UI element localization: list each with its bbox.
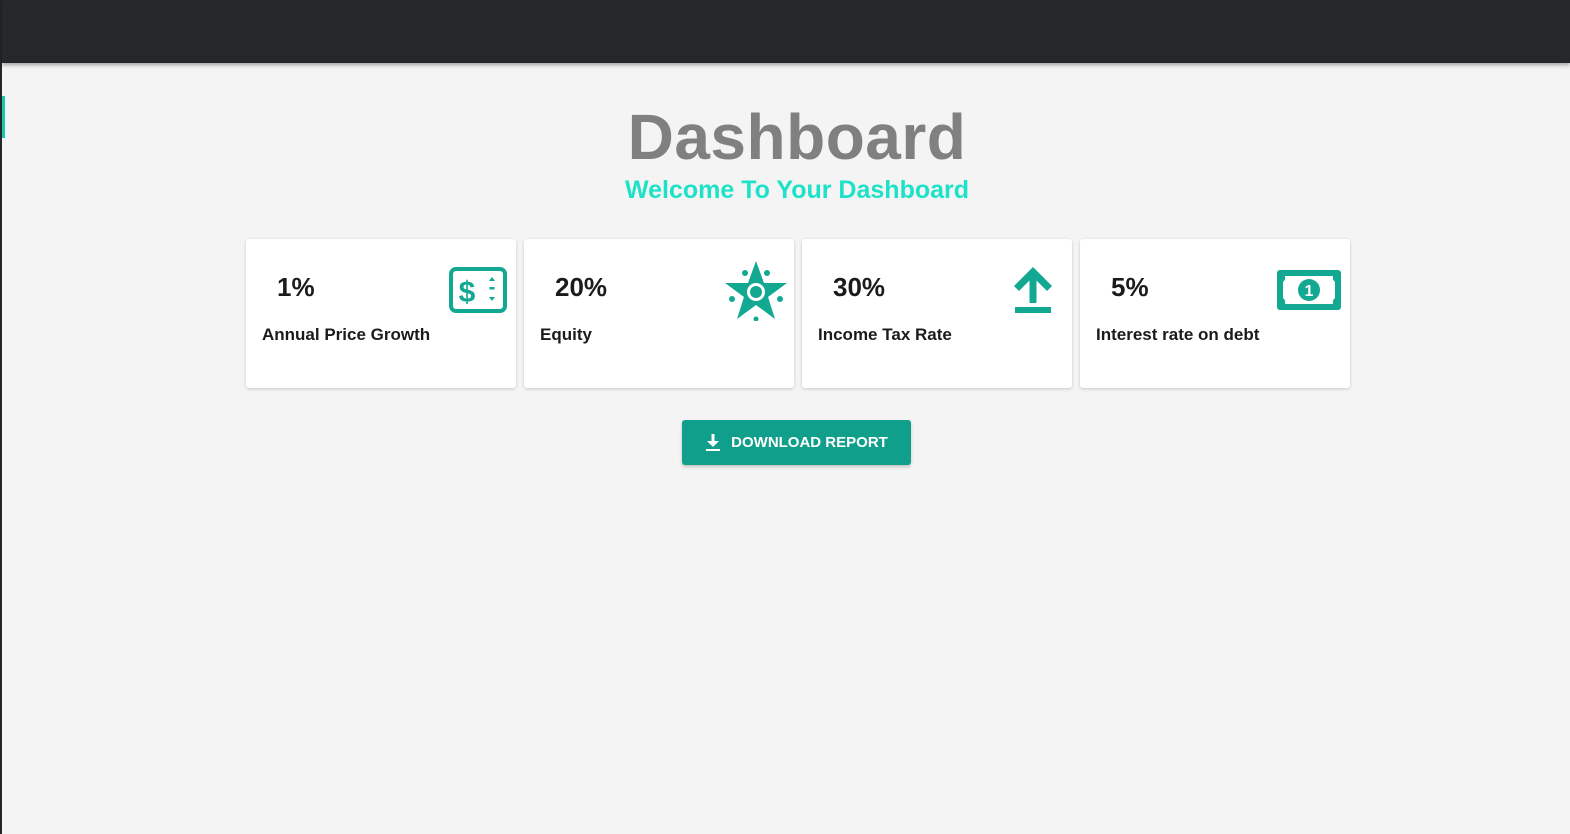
stat-value: 20% bbox=[555, 272, 608, 302]
download-icon bbox=[705, 433, 721, 452]
stat-card-income-tax-rate: 30% Income Tax Rate bbox=[802, 239, 1072, 388]
stat-card-interest-rate-on-debt: 5% Interest rate on debt 1 bbox=[1080, 239, 1350, 388]
stat-label: Equity bbox=[540, 325, 592, 344]
stat-value: 30% bbox=[833, 272, 886, 302]
banknote-icon: 1 bbox=[1277, 270, 1341, 310]
upload-icon bbox=[1012, 265, 1054, 315]
svg-text:1: 1 bbox=[1305, 283, 1314, 300]
download-report-label: DOWNLOAD REPORT bbox=[731, 434, 888, 451]
stat-label: Interest rate on debt bbox=[1096, 325, 1260, 344]
stat-card-equity: 20% Equity bbox=[524, 239, 794, 388]
download-report-button[interactable]: DOWNLOAD REPORT bbox=[682, 420, 911, 465]
stat-value: 5% bbox=[1111, 272, 1149, 302]
stat-label: Annual Price Growth bbox=[262, 325, 431, 344]
stat-label: Income Tax Rate bbox=[818, 325, 952, 344]
star-network-icon bbox=[723, 259, 789, 321]
svg-text:$: $ bbox=[459, 276, 476, 309]
app-frame: Dashboard Welcome To Your Dashboard 1% A… bbox=[0, 0, 1570, 834]
page-subtitle: Welcome To Your Dashboard bbox=[624, 176, 970, 204]
stat-value: 1% bbox=[277, 272, 315, 302]
page-title: Dashboard bbox=[627, 101, 967, 173]
money-check-icon: $ bbox=[449, 267, 507, 313]
top-app-bar bbox=[2, 0, 1570, 63]
stat-cards: 1% Annual Price Growth $ 20% Equity 30% … bbox=[246, 239, 1350, 388]
stat-card-annual-price-growth: 1% Annual Price Growth $ bbox=[246, 239, 516, 388]
